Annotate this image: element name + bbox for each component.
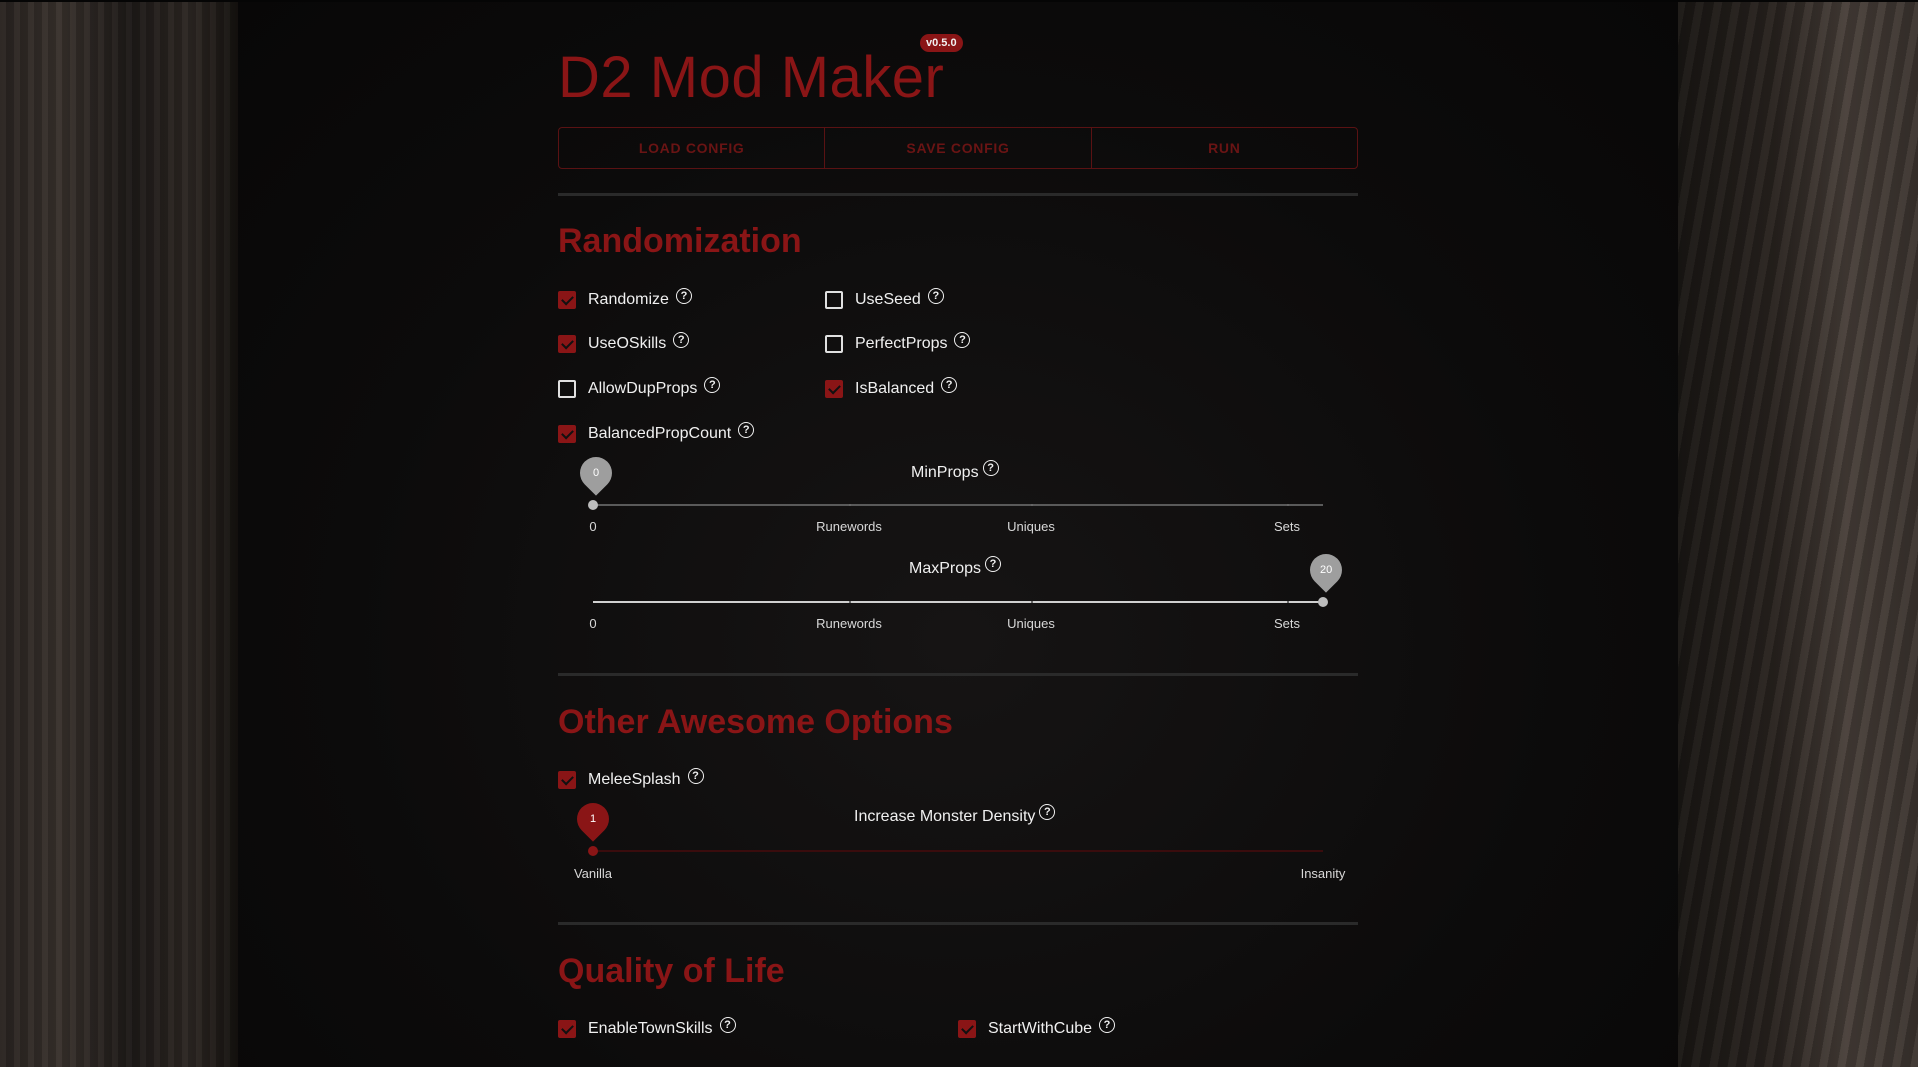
- help-icon[interactable]: ?: [704, 377, 721, 393]
- checkbox-label: UseOSkills: [588, 335, 667, 352]
- checkbox-useseed-box[interactable]: [825, 291, 843, 309]
- checkbox-label: MeleeSplash: [588, 771, 681, 788]
- slider-tick: [1287, 504, 1289, 506]
- divider: [558, 193, 1358, 196]
- slider-tick: [849, 504, 851, 506]
- help-icon[interactable]: ?: [927, 288, 944, 304]
- checkbox-label: UseSeed: [855, 291, 921, 308]
- slider-mark-min: Vanilla: [573, 866, 613, 881]
- help-icon[interactable]: ?: [982, 460, 999, 476]
- minprops-label-text: MinProps: [911, 464, 979, 481]
- monster-density-track[interactable]: [593, 850, 1323, 852]
- help-icon[interactable]: ?: [719, 1017, 736, 1033]
- maxprops-thumb[interactable]: [1318, 597, 1328, 607]
- checkbox-meleesplash[interactable]: MeleeSplash ?: [558, 768, 704, 792]
- checkbox-startwithcube-box[interactable]: [958, 1020, 976, 1038]
- run-button[interactable]: RUN: [1092, 128, 1357, 168]
- help-icon[interactable]: ?: [673, 332, 690, 348]
- checkbox-meleesplash-box[interactable]: [558, 771, 576, 789]
- divider: [558, 673, 1358, 676]
- monster-density-label-text: Increase Monster Density: [854, 808, 1036, 825]
- minprops-track[interactable]: [593, 504, 1323, 506]
- section-title-randomization: Randomization: [558, 222, 802, 260]
- slider-tick: [849, 601, 851, 603]
- help-icon[interactable]: ?: [941, 377, 958, 393]
- checkbox-label: AllowDupProps: [588, 380, 698, 397]
- checkbox-balancedpropcount-box[interactable]: [558, 425, 576, 443]
- help-icon[interactable]: ?: [954, 332, 971, 348]
- minprops-thumb[interactable]: [588, 500, 598, 510]
- checkbox-isbalanced[interactable]: IsBalanced ?: [825, 377, 958, 401]
- slider-mark: Uniques: [1007, 616, 1055, 631]
- checkbox-useseed[interactable]: UseSeed ?: [825, 288, 944, 312]
- monster-density-thumb[interactable]: [588, 846, 598, 856]
- maxprops-label: MaxProps ?: [909, 556, 1002, 578]
- checkbox-startwithcube[interactable]: StartWithCube ?: [958, 1017, 1116, 1041]
- checkbox-allowdupprops-box[interactable]: [558, 380, 576, 398]
- help-icon[interactable]: ?: [1099, 1017, 1116, 1033]
- checkbox-label: BalancedPropCount: [588, 425, 732, 442]
- checkbox-perfectprops[interactable]: PerfectProps ?: [825, 332, 971, 356]
- slider-mark: 0: [589, 519, 597, 534]
- top-border: [0, 0, 1918, 2]
- checkbox-perfectprops-box[interactable]: [825, 335, 843, 353]
- maxprops-label-text: MaxProps: [909, 560, 982, 577]
- help-icon[interactable]: ?: [738, 422, 755, 438]
- checkbox-useoskills-box[interactable]: [558, 335, 576, 353]
- slider-tick: [1031, 601, 1033, 603]
- help-icon[interactable]: ?: [687, 768, 704, 784]
- checkbox-label: StartWithCube: [988, 1020, 1093, 1037]
- slider-mark: Sets: [1273, 519, 1301, 534]
- maxprops-value: 20: [1319, 564, 1333, 576]
- slider-mark: Runewords: [816, 616, 882, 631]
- background-art-right: [1678, 0, 1918, 1067]
- slider-mark: 0: [589, 616, 597, 631]
- help-icon[interactable]: ?: [985, 556, 1002, 572]
- section-title-other-options: Other Awesome Options: [558, 703, 953, 741]
- divider: [558, 922, 1358, 925]
- checkbox-enabletownskills[interactable]: EnableTownSkills ?: [558, 1017, 736, 1041]
- checkbox-randomize-box[interactable]: [558, 291, 576, 309]
- checkbox-label: IsBalanced: [855, 380, 935, 397]
- slider-mark: Sets: [1273, 616, 1301, 631]
- maxprops-track[interactable]: [593, 601, 1323, 603]
- slider-mark: Uniques: [1007, 519, 1055, 534]
- checkbox-randomize[interactable]: Randomize ?: [558, 288, 692, 312]
- checkbox-label: EnableTownSkills: [588, 1020, 713, 1037]
- checkbox-allowdupprops[interactable]: AllowDupProps ?: [558, 377, 721, 401]
- section-title-quality-of-life: Quality of Life: [558, 952, 785, 990]
- toolbar: LOAD CONFIG SAVE CONFIG RUN: [558, 127, 1358, 169]
- slider-mark-max: Insanity: [1300, 866, 1346, 881]
- minprops-label: MinProps ?: [911, 460, 999, 482]
- checkbox-isbalanced-box[interactable]: [825, 380, 843, 398]
- slider-tick: [1287, 601, 1289, 603]
- minprops-value: 0: [592, 467, 600, 479]
- checkbox-useoskills[interactable]: UseOSkills ?: [558, 332, 690, 356]
- app-title: D2 Mod Maker: [558, 45, 945, 110]
- checkbox-enabletownskills-box[interactable]: [558, 1020, 576, 1038]
- monster-density-label: Increase Monster Density ?: [854, 804, 1056, 826]
- checkbox-label: PerfectProps: [855, 335, 948, 352]
- load-config-button[interactable]: LOAD CONFIG: [559, 128, 826, 168]
- checkbox-label: Randomize: [588, 291, 669, 308]
- checkbox-balancedpropcount[interactable]: BalancedPropCount ?: [558, 422, 755, 446]
- background-art-left: [0, 0, 238, 1067]
- slider-tick: [1031, 504, 1033, 506]
- help-icon[interactable]: ?: [1039, 804, 1056, 820]
- help-icon[interactable]: ?: [675, 288, 692, 304]
- save-config-button[interactable]: SAVE CONFIG: [825, 128, 1092, 168]
- version-badge: v0.5.0: [920, 34, 963, 52]
- monster-density-value: 1: [589, 813, 597, 825]
- slider-mark: Runewords: [816, 519, 882, 534]
